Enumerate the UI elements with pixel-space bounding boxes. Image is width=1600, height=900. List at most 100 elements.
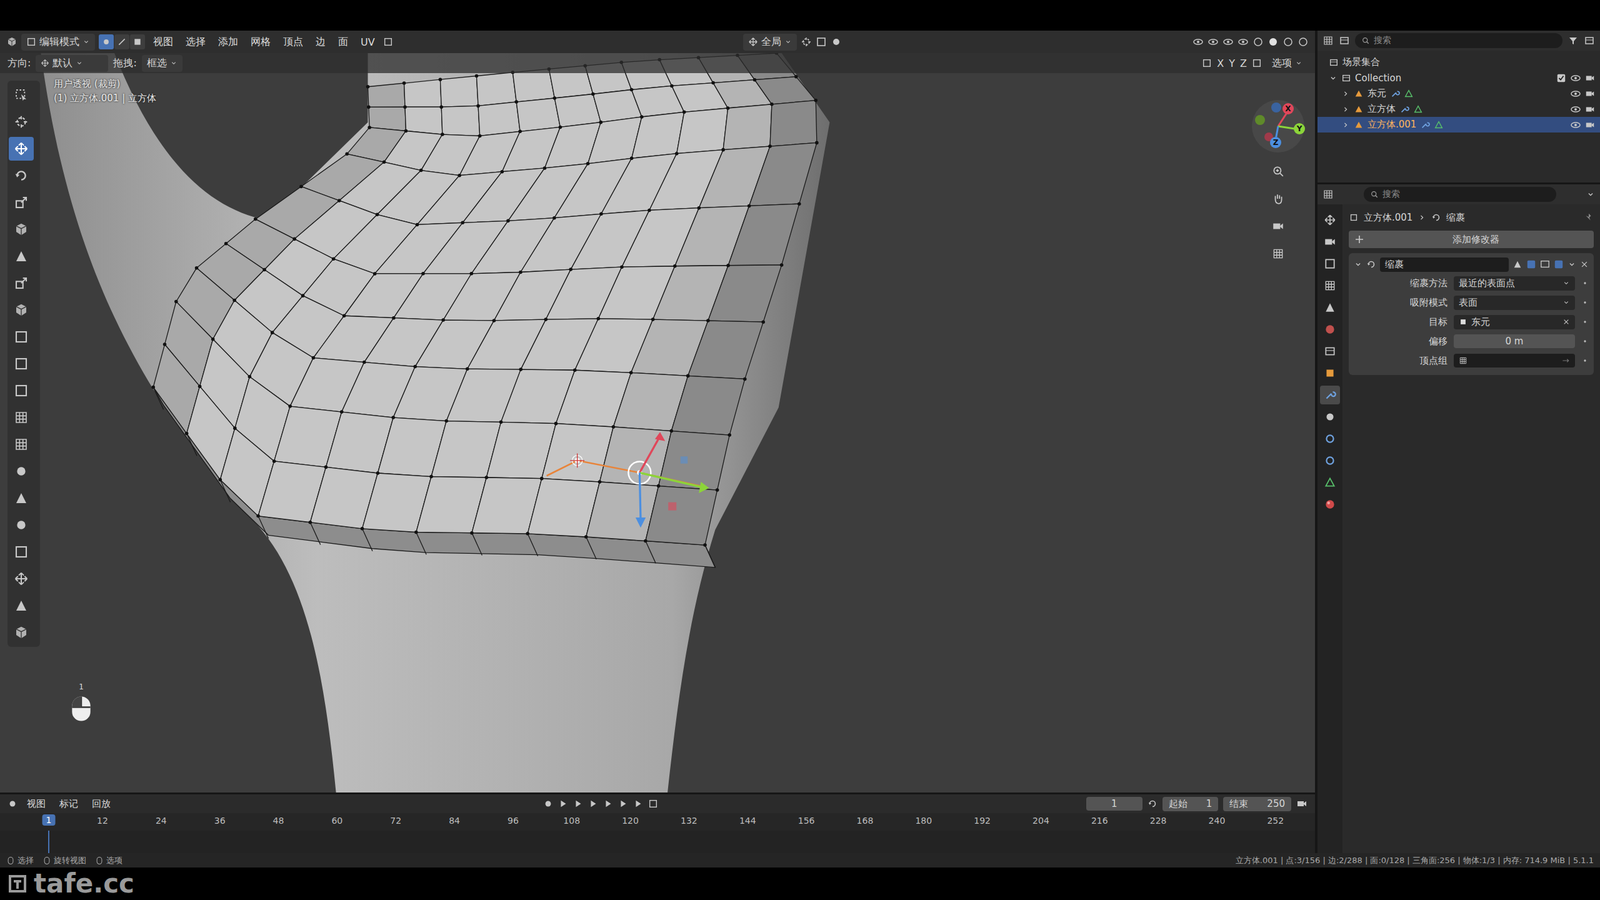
select-mode-button[interactable] — [98, 34, 114, 50]
invert-icon[interactable] — [1561, 356, 1570, 365]
header-menu[interactable]: 边 — [311, 34, 330, 50]
properties-tab[interactable] — [1320, 254, 1340, 274]
play-reverse-icon[interactable] — [588, 798, 599, 809]
axis-toggle[interactable]: Z — [1240, 57, 1247, 70]
tool-button[interactable] — [8, 459, 34, 484]
search-placeholder[interactable]: 搜索 — [1373, 35, 1392, 47]
gizmo-axis-label[interactable]: X — [1285, 104, 1291, 114]
timeline-menu[interactable]: 标记 — [55, 796, 83, 812]
drag-dropdown[interactable]: 框选 — [141, 55, 183, 72]
xray-icon[interactable] — [1237, 36, 1249, 48]
orientation-value[interactable]: 默认 — [52, 56, 73, 70]
properties-tab[interactable] — [1320, 495, 1340, 514]
end-label[interactable]: 结束 — [1229, 798, 1249, 810]
end-value[interactable]: 250 — [1266, 798, 1285, 810]
breadcrumb-item[interactable]: 缩裹 — [1446, 211, 1465, 224]
field-value[interactable]: 表面 — [1453, 295, 1575, 310]
modifier-name-field[interactable]: 缩裹 — [1380, 257, 1509, 272]
visibility-icon[interactable] — [1570, 119, 1582, 131]
tool-button[interactable] — [8, 136, 34, 161]
properties-tab[interactable] — [1320, 320, 1340, 339]
keyframe-dot-icon[interactable] — [1581, 298, 1589, 307]
edit-mode-toggle-icon[interactable] — [1526, 259, 1537, 270]
start-label[interactable]: 起始 — [1168, 798, 1188, 810]
field-value[interactable] — [1453, 353, 1575, 368]
tool-button[interactable] — [8, 566, 34, 591]
gizmo-axis[interactable]: Z — [1270, 136, 1282, 149]
tree-row[interactable]: 东元 — [1317, 85, 1600, 102]
tool-button[interactable] — [8, 540, 34, 564]
tool-button[interactable] — [8, 298, 34, 322]
object-name[interactable]: 立方体.001 — [1367, 118, 1417, 131]
tool-button[interactable] — [8, 83, 34, 107]
properties-tab[interactable] — [1320, 407, 1340, 427]
properties-tab[interactable] — [1320, 451, 1340, 470]
keying-icon[interactable] — [648, 798, 659, 809]
start-frame-field[interactable]: 起始1 — [1162, 796, 1219, 812]
keyframe-dot-icon[interactable] — [1581, 279, 1589, 287]
options-label[interactable]: 选项 — [1271, 56, 1292, 70]
remove-icon[interactable] — [1580, 260, 1589, 269]
modifier-name[interactable]: 缩裹 — [1385, 258, 1404, 270]
editor-type-icon[interactable] — [6, 36, 18, 48]
tool-button[interactable] — [8, 190, 34, 215]
properties-tab[interactable] — [1320, 473, 1340, 492]
select-mode-button[interactable] — [130, 34, 145, 50]
tree-row[interactable]: 立方体 — [1317, 101, 1600, 117]
header-menu[interactable]: 面 — [333, 34, 353, 50]
visibility-icon[interactable] — [1570, 88, 1582, 100]
viewport-toggle-icon[interactable] — [1540, 259, 1550, 270]
tool-button[interactable] — [8, 405, 34, 430]
keyframe-dot-icon[interactable] — [1581, 337, 1589, 345]
field-text[interactable]: 最近的表面点 — [1458, 277, 1559, 290]
mirror-icon[interactable] — [1201, 58, 1212, 69]
timeline-menu[interactable]: 回放 — [87, 796, 115, 812]
overlay-icon[interactable] — [1222, 36, 1234, 48]
object-name[interactable]: 东元 — [1367, 87, 1387, 100]
options-icon[interactable] — [1586, 190, 1595, 199]
prev-key-icon[interactable] — [573, 798, 584, 809]
jump-start-icon[interactable] — [558, 798, 569, 809]
3d-viewport[interactable]: 方向:默认拖拽:框选XYZ选项用户透视 (裁剪)(1) 立方体.001 | 立方… — [0, 53, 1315, 793]
header-menu[interactable]: 网格 — [246, 34, 275, 50]
field-value[interactable]: 0 m — [1453, 334, 1575, 349]
tool-button[interactable] — [8, 325, 34, 349]
tree-row[interactable]: Collection — [1317, 70, 1600, 86]
play-icon[interactable] — [603, 798, 614, 809]
tool-button[interactable] — [8, 163, 34, 188]
gizmo-axis-label[interactable]: Z — [1273, 138, 1279, 147]
properties-tab[interactable] — [1320, 385, 1340, 405]
tool-button[interactable] — [8, 378, 34, 403]
gizmo-axis[interactable]: Y — [1293, 123, 1305, 135]
filter-icon[interactable] — [1567, 35, 1579, 47]
axis-toggle[interactable]: Y — [1228, 57, 1235, 70]
outliner-editor-icon[interactable] — [1322, 35, 1334, 47]
header-menu[interactable]: 视图 — [148, 34, 178, 50]
next-key-icon[interactable] — [618, 798, 629, 809]
display-mode-icon[interactable] — [1338, 35, 1350, 47]
add-modifier-label[interactable]: 添加修改器 — [1452, 233, 1500, 246]
solid-shading-icon[interactable] — [1267, 36, 1279, 48]
tool-button[interactable] — [8, 271, 34, 295]
end-frame-field[interactable]: 结束 250 — [1223, 796, 1292, 812]
gizmo-axis[interactable]: X — [1282, 103, 1294, 115]
orientation-label[interactable]: 全局 — [761, 35, 782, 49]
current-frame[interactable]: 1 — [1111, 798, 1118, 810]
new-collection-icon[interactable] — [1583, 35, 1595, 47]
field-text[interactable]: 东元 — [1471, 316, 1559, 329]
snap-icon[interactable] — [815, 36, 827, 48]
timeline-editor-icon[interactable] — [7, 798, 18, 809]
render-icon[interactable] — [1585, 104, 1595, 115]
on-cage-icon[interactable] — [1512, 259, 1523, 270]
properties-editor-icon[interactable] — [1322, 188, 1334, 200]
render-icon[interactable] — [1585, 73, 1595, 84]
properties-tab[interactable] — [1320, 232, 1340, 252]
tool-button[interactable] — [8, 217, 34, 242]
properties-tab[interactable] — [1320, 363, 1340, 383]
gizmo-axis-label[interactable]: Y — [1296, 124, 1303, 134]
options-dropdown[interactable]: 选项 — [1266, 55, 1308, 72]
mesh-canvas[interactable] — [0, 53, 1315, 793]
tree-row[interactable]: 场景集合 — [1317, 54, 1600, 70]
render-icon[interactable] — [1585, 88, 1595, 99]
tool-button[interactable] — [8, 351, 34, 376]
